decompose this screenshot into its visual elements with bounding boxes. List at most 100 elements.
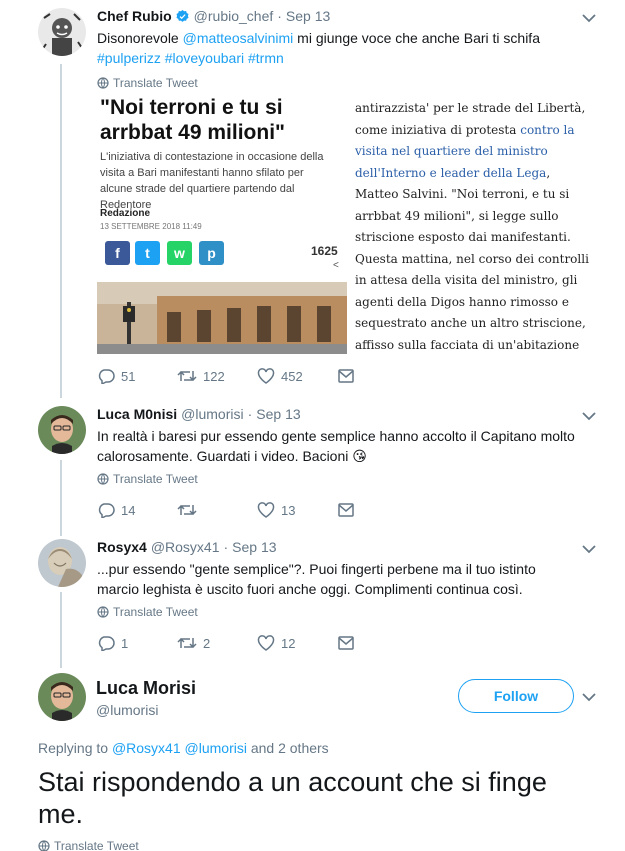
- avatar[interactable]: [38, 539, 86, 587]
- translate-label: Translate Tweet: [113, 76, 198, 90]
- replying-to: Replying to @Rosyx41 @lumorisi and 2 oth…: [38, 740, 329, 756]
- tweet-rosyx4[interactable]: Rosyx4 @Rosyx41 · Sep 13 ...pur essendo …: [0, 531, 625, 661]
- tweet-header: Chef Rubio @rubio_chef · Sep 13: [97, 8, 330, 24]
- replying-suffix[interactable]: and 2 others: [247, 740, 329, 756]
- translate-label: Translate Tweet: [113, 472, 198, 486]
- retweet-button[interactable]: 2: [177, 635, 257, 651]
- translate-tweet-link[interactable]: Translate Tweet: [97, 472, 198, 486]
- verified-badge-icon: [175, 9, 190, 24]
- avatar[interactable]: [38, 8, 86, 56]
- facebook-share-icon: f: [105, 241, 130, 265]
- retweet-icon: [177, 504, 197, 516]
- share-icon: <: [333, 260, 339, 271]
- like-count: 12: [281, 635, 296, 651]
- tweet-actions: 14 13: [97, 502, 417, 518]
- tweet-header: Luca M0nisi @lumorisi · Sep 13: [97, 406, 301, 422]
- retweet-count: 122: [203, 368, 225, 384]
- whatsapp-share-icon: w: [167, 241, 192, 265]
- attached-image[interactable]: "Noi terroni e tu si arrbbat 49 milioni"…: [97, 92, 589, 354]
- tweet-actions: 51 122 452: [97, 368, 417, 384]
- translate-tweet-link[interactable]: Translate Tweet: [97, 605, 198, 619]
- tweet-date[interactable]: Sep 13: [232, 539, 276, 555]
- like-count: 13: [281, 502, 296, 518]
- reply-count: 51: [121, 368, 136, 384]
- reply-icon: [98, 369, 115, 384]
- author-name[interactable]: Rosyx4: [97, 539, 147, 555]
- like-count: 452: [281, 368, 303, 384]
- hashtag-links[interactable]: #pulperizz #loveyoubari #trmn: [97, 50, 284, 66]
- tweet-chef-rubio[interactable]: Chef Rubio @rubio_chef · Sep 13 Disonore…: [0, 0, 625, 398]
- tweet-date[interactable]: Sep 13: [256, 406, 300, 422]
- direct-message-button[interactable]: [337, 502, 417, 518]
- article-author: Redazione: [100, 208, 151, 219]
- reply-count: 1: [121, 635, 129, 651]
- chevron-down-icon[interactable]: [581, 12, 597, 24]
- tweet-text-mid: mi giunge voce che anche Bari ti schifa: [293, 30, 540, 46]
- tweet-text-lead: Disonorevole: [97, 30, 183, 46]
- separator-dot: ·: [223, 539, 229, 555]
- heart-icon: [257, 635, 275, 651]
- street-photo: [97, 282, 347, 354]
- tweet-date[interactable]: Sep 13: [286, 8, 330, 24]
- reply-button[interactable]: 1: [97, 635, 177, 651]
- telegram-share-icon: p: [199, 241, 224, 265]
- retweet-icon: [177, 370, 197, 382]
- chevron-down-icon[interactable]: [581, 543, 597, 555]
- retweet-button[interactable]: 122: [177, 368, 257, 384]
- retweet-icon: [177, 637, 197, 649]
- tweet-text-body: In realtà i baresi pur essendo gente sem…: [97, 428, 575, 464]
- author-name[interactable]: Chef Rubio: [97, 8, 172, 24]
- reply-button[interactable]: 51: [97, 368, 177, 384]
- chevron-down-icon[interactable]: [581, 691, 597, 703]
- retweet-count: 2: [203, 635, 211, 651]
- translate-tweet-link[interactable]: Translate Tweet: [38, 839, 139, 851]
- envelope-icon: [338, 369, 354, 383]
- author-handle[interactable]: @lumorisi: [96, 702, 158, 718]
- envelope-icon: [338, 503, 354, 517]
- article-card: "Noi terroni e tu si arrbbat 49 milioni"…: [97, 92, 347, 354]
- article-text-b: , Matteo Salvini. "Noi terroni, e tu si …: [355, 165, 589, 352]
- retweet-button[interactable]: [177, 502, 257, 518]
- separator-dot: ·: [247, 406, 253, 422]
- like-button[interactable]: 13: [257, 502, 337, 518]
- author-handle[interactable]: @rubio_chef: [194, 8, 274, 24]
- avatar[interactable]: [38, 406, 86, 454]
- article-body: antirazzista' per le strade del Libertà,…: [355, 92, 589, 354]
- globe-icon: [97, 473, 109, 485]
- mention-link[interactable]: @matteosalvinimi: [183, 30, 294, 46]
- tweet-text: Stai rispondendo a un account che si fin…: [38, 767, 547, 829]
- globe-icon: [97, 606, 109, 618]
- author-name[interactable]: Luca Morisi: [96, 678, 196, 699]
- like-button[interactable]: 452: [257, 368, 337, 384]
- translate-tweet-link[interactable]: Translate Tweet: [97, 76, 198, 90]
- reply-count: 14: [121, 502, 136, 518]
- globe-icon: [38, 840, 50, 851]
- tweet-text: Disonorevole @matteosalvinimi mi giunge …: [97, 28, 577, 68]
- like-button[interactable]: 12: [257, 635, 337, 651]
- author-handle[interactable]: @lumorisi: [181, 406, 243, 422]
- tweet-text: ...pur essendo "gente semplice"?. Puoi f…: [97, 561, 536, 597]
- article-date: 13 SETTEMBRE 2018 11:49: [100, 222, 202, 231]
- tweet-luca-m0nisi[interactable]: Luca M0nisi @lumorisi · Sep 13 In realtà…: [0, 398, 625, 530]
- follow-button[interactable]: Follow: [458, 679, 574, 713]
- article-subtitle: L'iniziativa di contestazione in occasio…: [100, 151, 324, 211]
- direct-message-button[interactable]: [337, 635, 417, 651]
- tweet-header: Rosyx4 @Rosyx41 · Sep 13: [97, 539, 277, 555]
- globe-icon: [97, 77, 109, 89]
- separator-dot: ·: [277, 8, 282, 24]
- reply-icon: [98, 503, 115, 518]
- chevron-down-icon[interactable]: [581, 410, 597, 422]
- author-name[interactable]: Luca M0nisi: [97, 406, 177, 422]
- translate-label: Translate Tweet: [54, 839, 139, 851]
- translate-label: Translate Tweet: [113, 605, 198, 619]
- article-headline: "Noi terroni e tu si arrbbat 49 milioni": [100, 96, 286, 144]
- replying-users-link[interactable]: @Rosyx41 @lumorisi: [112, 740, 247, 756]
- direct-message-button[interactable]: [337, 368, 417, 384]
- heart-icon: [257, 502, 275, 518]
- reply-icon: [98, 636, 115, 651]
- heart-icon: [257, 368, 275, 384]
- author-handle[interactable]: @Rosyx41: [151, 539, 220, 555]
- envelope-icon: [338, 636, 354, 650]
- reply-button[interactable]: 14: [97, 502, 177, 518]
- avatar[interactable]: [38, 673, 86, 721]
